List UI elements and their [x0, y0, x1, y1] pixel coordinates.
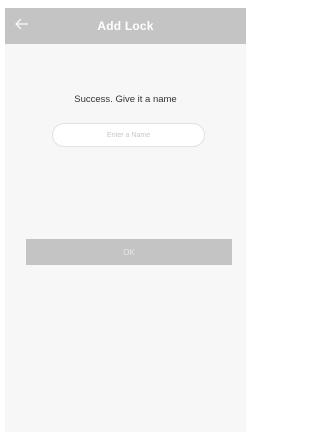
- app-header: Add Lock: [5, 8, 246, 44]
- success-prompt: Success. Give it a name: [74, 94, 177, 105]
- add-lock-screen: Add Lock Success. Give it a name OK: [0, 0, 248, 432]
- ok-button[interactable]: OK: [26, 239, 232, 265]
- page-title: Add Lock: [97, 19, 154, 33]
- status-bar-area: [0, 0, 248, 8]
- main-content: Success. Give it a name OK: [5, 44, 246, 432]
- lock-name-input[interactable]: [52, 123, 205, 147]
